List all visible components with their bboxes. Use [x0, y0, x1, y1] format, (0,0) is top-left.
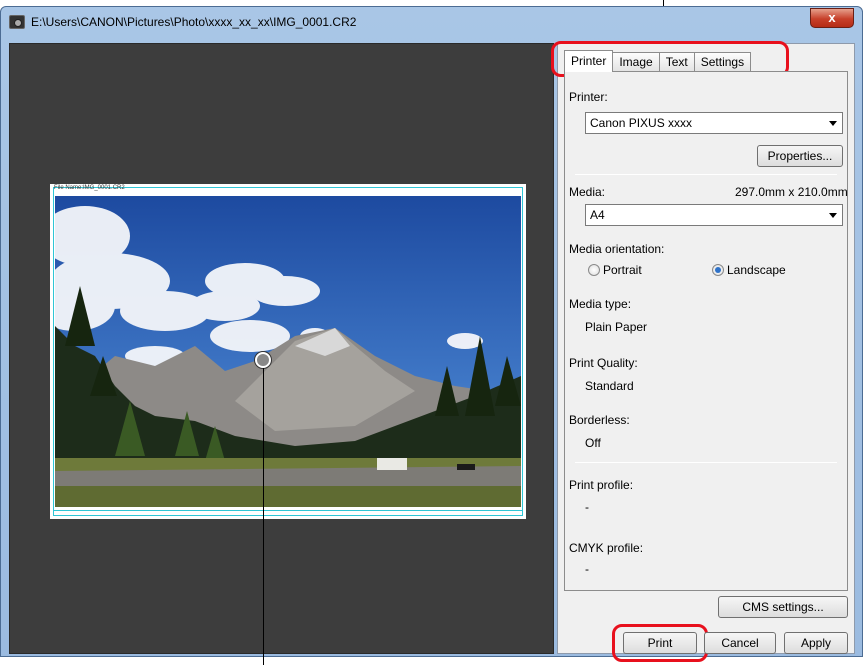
landscape-label[interactable]: Landscape [727, 263, 786, 277]
print-area-bottom-line [53, 510, 523, 511]
print-preview-area: File Name:IMG_0001.CR2 [9, 43, 554, 665]
camera-icon [9, 15, 25, 29]
cmyk-profile-label: CMYK profile: [569, 541, 644, 555]
divider [575, 174, 837, 175]
media-type-value: Plain Paper [585, 320, 648, 334]
paper-preview: File Name:IMG_0001.CR2 [50, 184, 526, 519]
print-button[interactable]: Print [623, 632, 697, 654]
tab-settings[interactable]: Settings [693, 52, 752, 72]
divider [575, 462, 837, 463]
media-select-value: A4 [590, 208, 605, 222]
file-name-caption: File Name:IMG_0001.CR2 [54, 185, 125, 191]
properties-button[interactable]: Properties... [757, 145, 843, 167]
tab-printer[interactable]: Printer [564, 50, 614, 72]
print-quality-value: Standard [585, 379, 634, 393]
print-profile-label: Print profile: [569, 478, 634, 492]
portrait-label[interactable]: Portrait [603, 263, 642, 277]
printer-tab-panel: Printer: Canon PIXUS xxxx Properties... … [564, 71, 848, 591]
media-select[interactable]: A4 [585, 204, 843, 226]
window-title: E:\Users\CANON\Pictures\Photo\xxxx_xx_xx… [31, 15, 357, 29]
print-quality-label: Print Quality: [569, 356, 638, 370]
chevron-down-icon [829, 213, 837, 218]
printer-select[interactable]: Canon PIXUS xxxx [585, 112, 843, 134]
print-window: E:\Users\CANON\Pictures\Photo\xxxx_xx_xx… [0, 6, 863, 665]
image-position-handle[interactable] [255, 352, 271, 368]
tab-image[interactable]: Image [612, 52, 660, 72]
cms-settings-button[interactable]: CMS settings... [718, 596, 848, 618]
callout-leader-bottom [263, 368, 264, 665]
title-bar: E:\Users\CANON\Pictures\Photo\xxxx_xx_xx… [1, 7, 862, 37]
close-button[interactable]: x [810, 8, 854, 28]
tab-bar: Printer Image Text Settings [564, 50, 752, 72]
settings-panel: Printer Image Text Settings Printer: Can… [551, 41, 855, 662]
cmyk-profile-value: - [585, 562, 589, 576]
media-label: Media: [569, 185, 606, 199]
borderless-value: Off [585, 436, 601, 450]
media-size-value: 297.0mm x 210.0mm [735, 185, 848, 199]
tab-text[interactable]: Text [658, 52, 695, 72]
media-type-label: Media type: [569, 297, 632, 311]
landscape-photo [55, 196, 521, 507]
portrait-radio[interactable] [588, 264, 600, 276]
printer-label: Printer: [569, 90, 608, 104]
apply-button[interactable]: Apply [784, 632, 848, 654]
orientation-label: Media orientation: [569, 242, 665, 256]
photo-image[interactable] [55, 196, 521, 507]
landscape-radio[interactable] [712, 264, 724, 276]
cancel-button[interactable]: Cancel [704, 632, 776, 654]
borderless-label: Borderless: [569, 413, 630, 427]
printer-select-value: Canon PIXUS xxxx [590, 116, 693, 130]
chevron-down-icon [829, 121, 837, 126]
print-profile-value: - [585, 500, 589, 514]
